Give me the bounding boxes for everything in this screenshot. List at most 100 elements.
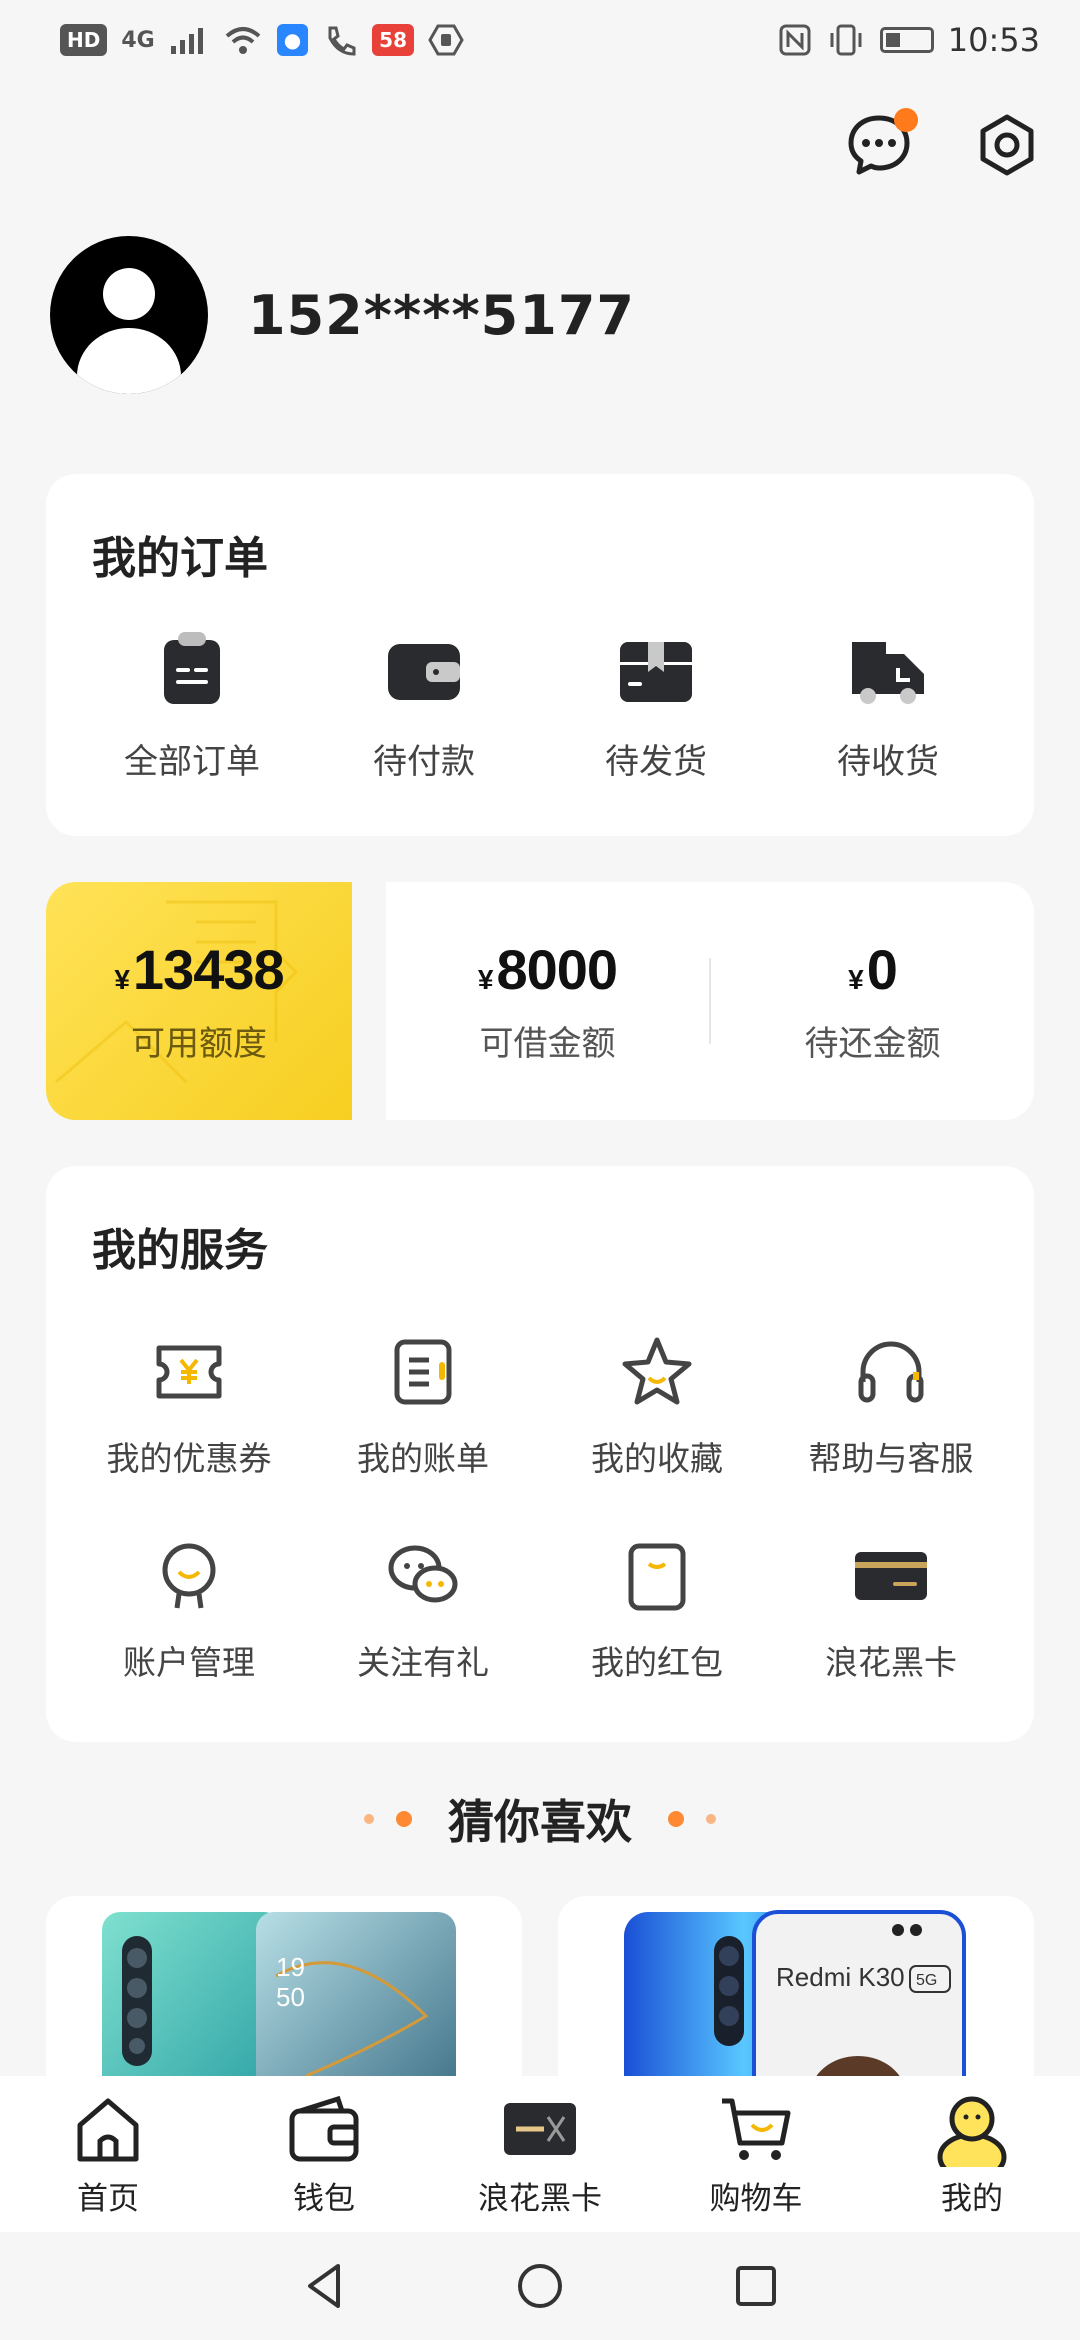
service-bill-label: 我的账单 bbox=[357, 1439, 489, 1478]
tab-black-card[interactable]: 浪花黑卡 bbox=[440, 2091, 640, 2218]
service-follow-label: 关注有礼 bbox=[357, 1643, 489, 1682]
notification-dot bbox=[894, 108, 918, 132]
tab-home[interactable]: 首页 bbox=[8, 2091, 208, 2218]
product-model-text: Redmi K30 bbox=[776, 1962, 905, 1992]
status-right: 10:53 bbox=[778, 21, 1040, 59]
red-packet-icon bbox=[628, 1543, 686, 1611]
bottom-tab-bar: 首页 钱包 浪花黑卡 购物车 我的 bbox=[0, 2076, 1080, 2232]
call-icon bbox=[328, 26, 356, 56]
tab-cart[interactable]: 购物车 bbox=[656, 2091, 856, 2218]
product-card[interactable]: 19 50 bbox=[46, 1896, 522, 2096]
product-phone-image: Redmi K30 5G bbox=[624, 1910, 966, 2096]
order-all[interactable]: 全部订单 bbox=[92, 628, 292, 783]
vibrate-icon bbox=[830, 24, 862, 56]
network-indicator: 4G bbox=[121, 27, 155, 53]
service-follow[interactable]: 关注有礼 bbox=[306, 1536, 540, 1684]
order-pending-payment-label: 待付款 bbox=[373, 742, 475, 782]
app-notification-icon: ● bbox=[276, 24, 309, 56]
decor-dot bbox=[396, 1811, 412, 1827]
orders-grid: 全部订单 待付款 待发货 待收货 bbox=[92, 628, 988, 783]
service-coupons[interactable]: 我的优惠券 bbox=[72, 1332, 306, 1480]
home-circle-icon[interactable] bbox=[512, 2258, 568, 2314]
services-title: 我的服务 bbox=[92, 1225, 268, 1276]
repay-amount-value: ¥0 bbox=[848, 937, 898, 1002]
service-black-card[interactable]: 浪花黑卡 bbox=[774, 1536, 1008, 1684]
tab-profile-label: 我的 bbox=[941, 2180, 1003, 2217]
app-58-icon: 58 bbox=[372, 24, 415, 56]
order-pending-receive-label: 待收货 bbox=[837, 742, 939, 782]
hd-indicator: HD bbox=[60, 24, 108, 56]
order-all-label: 全部订单 bbox=[124, 742, 260, 782]
order-pending-ship-label: 待发货 bbox=[605, 742, 707, 782]
status-bar: HD 4G ● 58 10:53 bbox=[0, 0, 1080, 80]
battery-icon bbox=[879, 27, 934, 53]
cart-icon bbox=[722, 2098, 791, 2160]
user-phone: 152****5177 bbox=[248, 283, 635, 347]
home-icon bbox=[77, 2098, 139, 2161]
service-red-packet-label: 我的红包 bbox=[591, 1643, 723, 1682]
profile-icon bbox=[937, 2096, 1007, 2167]
avatar[interactable] bbox=[50, 236, 208, 394]
profile-header[interactable]: 152****5177 bbox=[50, 236, 635, 394]
tab-cart-label: 购物车 bbox=[709, 2180, 803, 2217]
currency-symbol: ¥ bbox=[848, 964, 864, 995]
available-credit-amount: ¥13438 bbox=[114, 937, 285, 1002]
services-card: 我的服务 我的优惠券 我的账单 我的收藏 帮助与客服 账户管理 关注有礼 我的红… bbox=[46, 1166, 1034, 1742]
borrowable-amount[interactable]: ¥8000 可借金额 bbox=[386, 937, 709, 1065]
available-credit-value: 13438 bbox=[132, 938, 285, 1001]
service-bill[interactable]: 我的账单 bbox=[306, 1332, 540, 1480]
hand-icon bbox=[428, 24, 464, 56]
tab-wallet-label: 钱包 bbox=[293, 2180, 355, 2217]
service-black-card-label: 浪花黑卡 bbox=[825, 1643, 957, 1682]
star-icon bbox=[622, 1337, 692, 1405]
services-grid: 我的优惠券 我的账单 我的收藏 帮助与客服 账户管理 关注有礼 我的红包 浪花黑… bbox=[72, 1332, 1008, 1684]
recommend-title: 猜你喜欢 bbox=[448, 1795, 632, 1849]
clipboard-icon bbox=[164, 632, 220, 704]
decor-dot bbox=[364, 1814, 374, 1824]
order-pending-ship[interactable]: 待发货 bbox=[556, 628, 756, 783]
product-screen-text-1: 19 bbox=[276, 1952, 305, 1982]
order-pending-payment[interactable]: 待付款 bbox=[324, 628, 524, 783]
wechat-icon bbox=[388, 1545, 458, 1603]
service-favorites[interactable]: 我的收藏 bbox=[540, 1332, 774, 1480]
service-account-label: 账户管理 bbox=[123, 1643, 255, 1682]
orders-card: 我的订单 全部订单 待付款 待发货 待收货 bbox=[46, 474, 1034, 836]
currency-symbol: ¥ bbox=[114, 964, 130, 995]
available-credit-label: 可用额度 bbox=[131, 1024, 267, 1064]
borrowable-amount-value: ¥8000 bbox=[477, 937, 619, 1002]
tab-profile[interactable]: 我的 bbox=[872, 2091, 1072, 2218]
message-button[interactable] bbox=[846, 108, 918, 178]
account-icon bbox=[162, 1543, 216, 1609]
coupon-icon bbox=[156, 1345, 222, 1399]
available-credit-card[interactable]: ¥13438 可用额度 bbox=[46, 882, 352, 1120]
back-triangle-icon[interactable] bbox=[296, 2258, 352, 2314]
product-phone-image: 19 50 bbox=[102, 1912, 456, 2096]
order-pending-receive[interactable]: 待收货 bbox=[788, 628, 988, 783]
black-card-icon bbox=[855, 1552, 927, 1600]
tab-black-card-label: 浪花黑卡 bbox=[478, 2180, 602, 2217]
product-card[interactable]: Redmi K30 5G bbox=[558, 1896, 1034, 2096]
service-help[interactable]: 帮助与客服 bbox=[774, 1332, 1008, 1480]
bill-icon bbox=[394, 1339, 452, 1405]
settings-button[interactable] bbox=[974, 112, 1040, 178]
wifi-icon bbox=[225, 27, 261, 54]
service-red-packet[interactable]: 我的红包 bbox=[540, 1536, 774, 1684]
status-left: HD 4G ● 58 bbox=[60, 24, 464, 56]
currency-symbol: ¥ bbox=[477, 964, 494, 995]
service-account[interactable]: 账户管理 bbox=[72, 1536, 306, 1684]
credit-summary-card: ¥8000 可借金额 ¥0 待还金额 bbox=[386, 882, 1034, 1120]
repay-amount[interactable]: ¥0 待还金额 bbox=[711, 937, 1034, 1065]
signal-icon bbox=[170, 28, 203, 54]
service-coupons-label: 我的优惠券 bbox=[106, 1439, 272, 1478]
system-nav-bar bbox=[0, 2232, 1080, 2340]
tab-wallet[interactable]: 钱包 bbox=[224, 2091, 424, 2218]
truck-icon bbox=[852, 642, 924, 704]
repay-label: 待还金额 bbox=[804, 1024, 941, 1064]
borrowable-value: 8000 bbox=[496, 938, 619, 1001]
service-help-label: 帮助与客服 bbox=[808, 1439, 974, 1478]
black-card-icon bbox=[504, 2102, 576, 2155]
recents-square-icon[interactable] bbox=[728, 2258, 784, 2314]
decor-dot bbox=[668, 1811, 684, 1827]
product-5g-badge: 5G bbox=[916, 1972, 937, 1989]
service-favorites-label: 我的收藏 bbox=[591, 1439, 723, 1478]
